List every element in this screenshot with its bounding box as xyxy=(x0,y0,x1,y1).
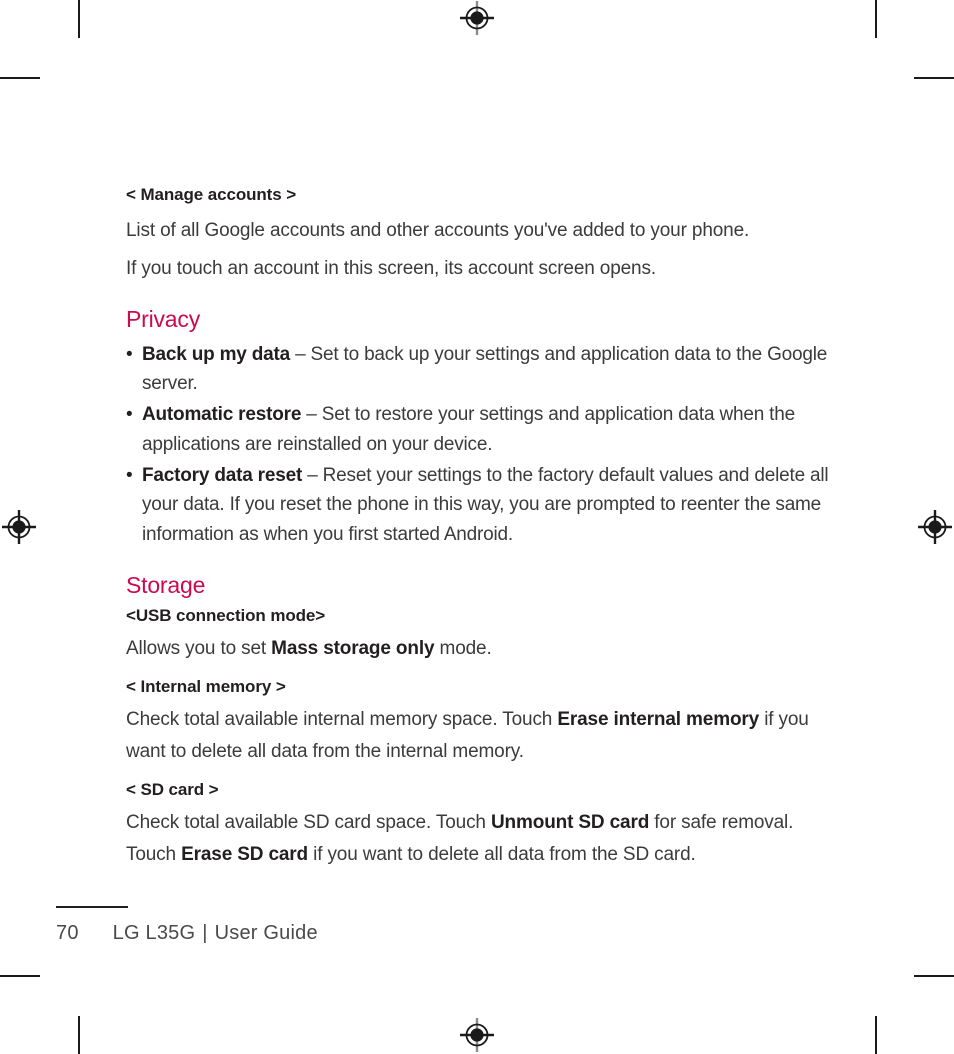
list-item: • Automatic restore – Set to restore you… xyxy=(126,400,838,459)
page-footer: 70 LG L35G | User Guide xyxy=(56,906,656,945)
sd-card-heading: < SD card > xyxy=(126,779,219,799)
crop-mark-icon-top-right-horizontal xyxy=(914,77,954,79)
registration-target-icon-bottom xyxy=(460,1018,494,1052)
manage-accounts-paragraph-2: If you touch an account in this screen, … xyxy=(126,258,656,280)
page-number: 70 xyxy=(56,922,79,944)
bullet-dash: – xyxy=(295,343,311,365)
internal-memory-text-before: Check total available internal memory sp… xyxy=(126,708,558,730)
bullet-icon: • xyxy=(126,464,133,486)
crop-mark-icon-top-right-vertical xyxy=(875,0,877,38)
privacy-bullet-list: • Back up my data – Set to back up your … xyxy=(126,340,838,550)
list-item: • Factory data reset – Reset your settin… xyxy=(126,461,838,550)
bullet-dash: – xyxy=(306,404,322,426)
crop-mark-icon-bottom-left-horizontal xyxy=(0,975,40,977)
list-item: • Back up my data – Set to back up your … xyxy=(126,340,838,399)
manage-accounts-paragraph-1: List of all Google accounts and other ac… xyxy=(126,219,750,241)
internal-memory-bold-term: Erase internal memory xyxy=(557,708,760,730)
crop-mark-icon-bottom-right-horizontal xyxy=(914,975,954,977)
sd-card-paragraph: Check total available SD card space. Tou… xyxy=(126,807,838,872)
registration-target-icon-right xyxy=(918,510,952,544)
sd-card-text-before: Check total available SD card space. Tou… xyxy=(126,811,491,833)
footer-document-type: User Guide xyxy=(214,922,318,944)
bullet-icon: • xyxy=(126,404,133,426)
crop-mark-icon-bottom-left-vertical xyxy=(78,1016,80,1054)
footer-product-title: LG L35G xyxy=(112,922,196,944)
footer-separator: | xyxy=(202,922,208,944)
bullet-term: Back up my data xyxy=(142,343,290,365)
footer-line: 70 LG L35G | User Guide xyxy=(56,922,656,945)
internal-memory-heading: < Internal memory > xyxy=(126,676,286,696)
footer-divider xyxy=(56,906,128,908)
registration-target-icon-top xyxy=(460,1,494,35)
usb-text-after: mode. xyxy=(434,638,492,660)
usb-text-before: Allows you to set xyxy=(126,638,272,660)
manage-accounts-heading: < Manage accounts > xyxy=(126,185,297,204)
privacy-section-heading: Privacy xyxy=(126,306,201,333)
usb-bold-term: Mass storage only xyxy=(271,638,435,660)
usb-connection-mode-paragraph: Allows you to set Mass storage only mode… xyxy=(126,633,838,666)
usb-connection-mode-heading: <USB connection mode> xyxy=(126,606,326,626)
sd-card-bold-term-1: Unmount SD card xyxy=(490,811,650,833)
crop-mark-icon-bottom-right-vertical xyxy=(875,1016,877,1054)
page-content: < Manage accounts > List of all Google a… xyxy=(126,184,838,878)
registration-target-icon-left xyxy=(2,510,36,544)
crop-mark-icon-top-left-horizontal xyxy=(0,77,40,79)
document-page: < Manage accounts > List of all Google a… xyxy=(0,0,954,1054)
internal-memory-paragraph: Check total available internal memory sp… xyxy=(126,704,838,769)
sd-card-bold-term-2: Erase SD card xyxy=(181,844,308,866)
bullet-term: Factory data reset xyxy=(142,464,303,486)
sd-card-text-after: if you want to delete all data from the … xyxy=(308,844,696,866)
crop-mark-icon-top-left-vertical xyxy=(78,0,80,38)
bullet-icon: • xyxy=(126,343,133,365)
bullet-term: Automatic restore xyxy=(142,404,302,426)
bullet-dash: – xyxy=(307,464,323,486)
storage-section-heading: Storage xyxy=(126,571,206,598)
